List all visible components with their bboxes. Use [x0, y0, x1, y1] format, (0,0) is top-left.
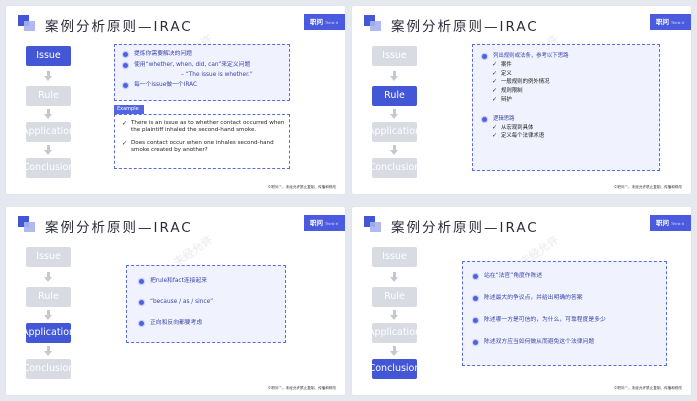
step-rule: Rule — [372, 287, 417, 307]
application-points-box: 把rule和fact连接起来 “because / as / since” 正向… — [126, 265, 286, 343]
slide-title: 案例分析原则—IRAC — [391, 220, 539, 236]
arrow-down-icon — [390, 272, 399, 282]
slide-title: 案例分析原则—IRAC — [45, 220, 193, 236]
rule-item: 规则限制 — [492, 87, 659, 96]
logo-icon — [18, 15, 36, 31]
brand-badge: 职问 Think it first — [304, 14, 345, 37]
rule-item: 辩护 — [492, 96, 659, 105]
brand-name: 职问 — [656, 18, 669, 26]
example-item: Does contact occur when one inhales seco… — [122, 140, 289, 155]
arrow-down-icon — [390, 346, 399, 356]
logic-item: 定义每个法律术语 — [492, 132, 659, 141]
example-label: Example — [114, 105, 144, 114]
bullet-item: 每一个issue做一个IRAC — [123, 81, 289, 89]
step-issue: Issue — [26, 46, 71, 66]
brand-name: 职问 — [310, 219, 323, 227]
copyright-footer: ©职问™。未经允许禁止复制、传播和修改 — [267, 185, 336, 189]
bullet-item: 把rule和fact连接起来 — [139, 277, 285, 285]
issue-points-box: 提炼你需要解决的问题 使用“whether, when, did, can”来定… — [114, 44, 290, 101]
example-item: There is an issue as to whether contact … — [122, 120, 289, 135]
logo-icon — [364, 216, 382, 232]
step-conclusion: Conclusion — [23, 359, 74, 379]
rule-item: 案件 — [492, 61, 659, 70]
slide-rule: 案例分析原则—IRAC 职问Think it first ©职问™ 未经允许传播… — [352, 6, 691, 194]
bullet-heading: 列出规则或法条，参考以下思路 — [482, 52, 659, 61]
step-application: Application — [22, 122, 75, 142]
bullet-item: 使用“whether, when, did, can”来定义问题 — [123, 61, 289, 69]
step-rule: Rule — [26, 287, 71, 307]
slide-title: 案例分析原则—IRAC — [391, 19, 539, 35]
conclusion-points-box: 站在“法官”角度作陈述 陈述最大的争议点，并给出明确的答案 陈述哪一方是可信的，… — [462, 261, 667, 366]
bullet-item: 陈述双方应当如何做从而避免这个法律问题 — [473, 338, 666, 346]
bullet-item: 陈述最大的争议点，并给出明确的答案 — [473, 294, 666, 302]
arrow-down-icon — [44, 310, 53, 320]
slide-issue: 案例分析原则—IRAC 职问Think it first ©职问™ 未经允许传播… — [6, 6, 345, 194]
step-application: Application — [368, 122, 421, 142]
slide-conclusion: 案例分析原则—IRAC 职问Think it first ©职问™ 未经允许传播… — [352, 207, 691, 395]
arrow-down-icon — [44, 71, 53, 81]
bullet-item: 正向和反向都要考虑 — [139, 319, 285, 327]
bullet-continuation: – “The issue is whether.” — [181, 71, 253, 78]
rule-item: 一般规则的例外情况 — [492, 78, 659, 87]
brand-name: 职问 — [656, 219, 669, 227]
rule-points-box: 列出规则或法条，参考以下思路 案件 定义 一般规则的例外情况 规则限制 辩护 逻… — [472, 44, 660, 171]
step-application: Application — [368, 323, 421, 343]
copyright-footer: ©职问™。未经允许禁止复制、传播和修改 — [613, 185, 682, 189]
step-issue: Issue — [26, 247, 71, 267]
step-issue: Issue — [372, 46, 417, 66]
brand-badge: 职问 Think it first — [304, 215, 345, 238]
arrow-down-icon — [44, 109, 53, 119]
bullet-item: “because / as / since” — [139, 298, 285, 306]
step-issue: Issue — [372, 247, 417, 267]
arrow-down-icon — [390, 310, 399, 320]
step-rule: Rule — [372, 86, 417, 106]
logo-icon — [18, 216, 36, 232]
arrow-down-icon — [390, 109, 399, 119]
step-conclusion: Conclusion — [23, 158, 74, 178]
bullet-item: 陈述哪一方是可信的，为什么，可靠程度是多少 — [473, 316, 666, 324]
step-conclusion: Conclusion — [369, 158, 420, 178]
brand-badge: 职问 Think it first — [650, 215, 691, 238]
copyright-footer: ©职问™。未经允许禁止复制、传播和修改 — [613, 386, 682, 390]
step-conclusion: Conclusion — [369, 359, 420, 379]
example-box: There is an issue as to whether contact … — [114, 114, 290, 169]
bullet-item: 提炼你需要解决的问题 — [123, 50, 289, 58]
brand-badge: 职问 Think it first — [650, 14, 691, 37]
bullet-heading: 逻辑思路 — [482, 115, 659, 124]
logic-item: 从宏观到具体 — [492, 124, 659, 133]
slide-title: 案例分析原则—IRAC — [45, 19, 193, 35]
step-application: Application — [22, 323, 75, 343]
arrow-down-icon — [390, 71, 399, 81]
arrow-down-icon — [44, 272, 53, 282]
slide-application: 案例分析原则—IRAC 职问Think it first ©职问™ 未经允许传播… — [6, 207, 345, 395]
arrow-down-icon — [44, 346, 53, 356]
arrow-down-icon — [44, 145, 53, 155]
arrow-down-icon — [390, 145, 399, 155]
step-rule: Rule — [26, 86, 71, 106]
copyright-footer: ©职问™。未经允许禁止复制、传播和修改 — [267, 386, 336, 390]
rule-item: 定义 — [492, 70, 659, 79]
brand-name: 职问 — [310, 18, 323, 26]
bullet-item: 站在“法官”角度作陈述 — [473, 272, 666, 280]
logo-icon — [364, 15, 382, 31]
